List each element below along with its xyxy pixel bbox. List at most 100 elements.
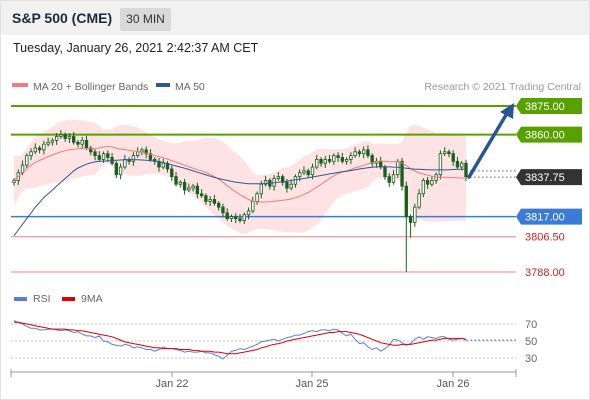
candle-body <box>238 218 242 221</box>
candle-body <box>285 181 289 189</box>
ma50-legend-label: MA 50 <box>175 81 205 93</box>
candle-body <box>251 201 255 212</box>
rsi-ma-legend-swatch <box>62 297 75 301</box>
x-tick-label: Jan 22 <box>155 378 188 390</box>
ma20-legend-label: MA 20 + Bollinger Bands <box>33 81 148 93</box>
candle-body <box>353 151 357 157</box>
rsi-tick-label: 30 <box>525 353 537 365</box>
rsi-legend-label: RSI <box>33 293 51 305</box>
candle-body <box>425 180 430 185</box>
candle-body <box>25 155 29 166</box>
candle-body <box>451 153 455 162</box>
x-tick-label: Jan 26 <box>436 378 469 390</box>
candle-body <box>118 166 123 176</box>
candle-body <box>106 153 110 158</box>
candle-body <box>93 151 97 157</box>
candle-body <box>33 147 37 153</box>
candle-body <box>80 139 84 145</box>
price-level-label: 3788.00 <box>525 267 565 279</box>
candle-body <box>123 159 127 168</box>
candle-body <box>46 141 50 145</box>
candle-body <box>29 151 33 157</box>
candle-body <box>131 155 136 162</box>
candle-body <box>101 153 106 160</box>
candle-body <box>182 181 187 191</box>
candle-body <box>12 180 16 183</box>
candle-body <box>199 193 204 197</box>
rsi-ma-legend-label: 9MA <box>81 293 103 305</box>
candle-body <box>361 149 366 155</box>
candle-body <box>50 139 55 143</box>
candle-body <box>349 155 353 160</box>
candle-body <box>408 216 413 223</box>
candle-body <box>242 214 246 221</box>
research-credit: Research © 2021 Trading Central <box>424 81 581 93</box>
candle-body <box>178 181 182 185</box>
candle-body <box>430 180 434 185</box>
candle-body <box>255 193 259 202</box>
candle-body <box>174 176 178 185</box>
forecast-arrow-layer <box>467 103 514 179</box>
candle-body <box>460 162 464 168</box>
price-tag-label: 3860.00 <box>525 130 565 142</box>
x-tick-label: Jan 25 <box>295 378 328 390</box>
price-tag-label: 3875.00 <box>525 101 565 113</box>
candle-body <box>302 170 306 174</box>
candle-body <box>161 162 165 168</box>
candle-body <box>383 166 387 177</box>
candle-body <box>59 134 63 137</box>
candle-body <box>135 151 140 157</box>
candle-body <box>76 141 80 145</box>
candle-body <box>216 202 221 208</box>
candle-body <box>208 199 212 202</box>
ma50-legend-swatch <box>156 83 170 87</box>
forecast-arrow-shaft <box>467 113 508 179</box>
candle-body <box>417 193 421 208</box>
candle-body <box>464 162 468 177</box>
candle-body <box>67 136 72 139</box>
candle-body <box>298 172 302 177</box>
candle-body <box>204 195 208 202</box>
rsi-tick-label: 70 <box>525 319 537 331</box>
ma20-legend-swatch <box>12 83 28 87</box>
candle-body <box>404 185 408 218</box>
candle-body <box>319 159 323 164</box>
candle-body <box>442 151 447 155</box>
price-level-label: 3806.50 <box>525 232 565 244</box>
candle-body <box>195 185 200 195</box>
price-tags-layer: 3875.00 3860.00 3837.75 3817.00 3806.50 3788.… <box>516 98 582 279</box>
candle-body <box>421 180 426 195</box>
candle-body <box>455 160 460 168</box>
candle-body <box>306 170 310 176</box>
candle-body <box>187 187 191 191</box>
candle-body <box>357 151 362 155</box>
candle-body <box>140 149 144 153</box>
candle-body <box>225 212 229 219</box>
candle-body <box>379 160 383 168</box>
chart-canvas: MA 20 + Bollinger Bands MA 50 Research ©… <box>10 81 582 390</box>
candle-body <box>447 151 451 155</box>
candle-body <box>315 159 319 168</box>
candle-body <box>37 147 42 151</box>
candle-body <box>289 183 293 189</box>
candle-body <box>97 155 101 160</box>
candle-body <box>340 157 345 162</box>
candle-body <box>344 159 349 162</box>
candle-body <box>84 139 89 149</box>
candle-body <box>413 206 417 223</box>
candle-body <box>42 143 46 151</box>
candle-body <box>246 210 251 216</box>
candle-body <box>400 160 404 187</box>
price-tag-label: 3837.75 <box>525 172 565 184</box>
candle-body <box>191 185 195 189</box>
candle-body <box>221 206 225 214</box>
candle-body <box>391 174 396 183</box>
candle-body <box>327 159 332 162</box>
rsi-panel: 70 50 30 <box>11 319 537 365</box>
rsi-legend-swatch <box>14 297 27 301</box>
candle-body <box>310 166 315 176</box>
rsi-tick-label: 50 <box>525 336 537 348</box>
candle-body <box>114 162 119 176</box>
candle-body <box>323 159 327 164</box>
candle-body <box>396 160 400 176</box>
